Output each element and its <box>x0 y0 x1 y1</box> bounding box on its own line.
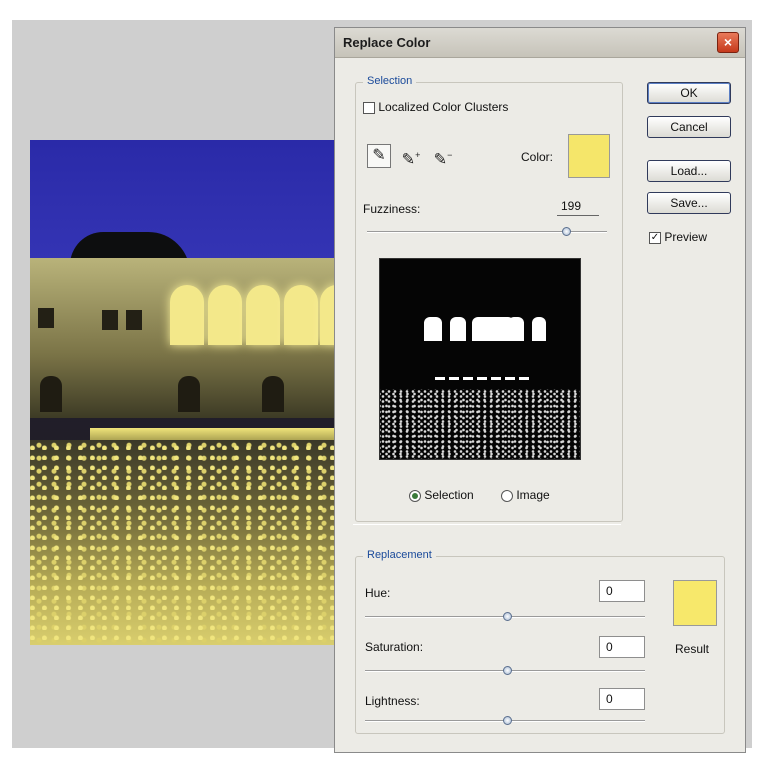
preview-label: Preview <box>664 230 708 244</box>
hue-label: Hue: <box>365 586 391 600</box>
eyedropper-plus-icon[interactable]: ✎+ <box>399 144 423 168</box>
photo-door <box>40 376 62 412</box>
fuzziness-label: Fuzziness: <box>363 202 421 216</box>
result-label: Result <box>675 642 710 656</box>
photo-arch <box>284 285 318 345</box>
replacement-group-label: Replacement <box>363 549 436 561</box>
selection-preview[interactable] <box>379 258 581 460</box>
view-option-image[interactable]: Image <box>501 488 550 502</box>
close-icon: × <box>723 34 733 50</box>
selection-color-swatch[interactable] <box>568 134 610 178</box>
preview-highlight <box>450 317 466 341</box>
eyedropper-minus-icon[interactable]: ✎− <box>431 144 455 168</box>
source-photo <box>30 140 335 645</box>
saturation-label: Saturation: <box>365 640 424 654</box>
selection-radio-label: Selection <box>424 488 474 502</box>
lightness-label: Lightness: <box>365 694 420 708</box>
photo-window <box>38 308 54 328</box>
photo-door <box>178 376 200 412</box>
preview-highlight <box>424 317 442 341</box>
localized-color-clusters-checkbox[interactable]: Localized Color Clusters <box>363 100 508 114</box>
replace-color-dialog: Replace Color × Selection Localized Colo… <box>334 27 746 753</box>
eyedropper-icon[interactable]: ✎ <box>367 144 391 168</box>
preview-highlight <box>508 317 524 341</box>
selection-group-label: Selection <box>363 75 417 87</box>
photo-arch <box>320 285 335 345</box>
localized-color-clusters-label: Localized Color Clusters <box>378 100 509 114</box>
preview-ground-noise <box>380 389 580 459</box>
save-button[interactable]: Save... <box>647 192 731 214</box>
localized-checkbox-box[interactable] <box>363 101 375 114</box>
dialog-title: Replace Color <box>343 35 431 50</box>
image-radio[interactable] <box>501 489 513 502</box>
photo-arch <box>170 285 204 345</box>
ok-button[interactable]: OK <box>647 82 731 104</box>
hue-slider-thumb[interactable] <box>503 612 512 621</box>
photo-door <box>262 376 284 412</box>
hue-field[interactable]: 0 <box>599 580 645 602</box>
saturation-slider-thumb[interactable] <box>503 666 512 675</box>
selection-radio[interactable] <box>409 489 421 502</box>
saturation-field[interactable]: 0 <box>599 636 645 658</box>
preview-checkbox-box[interactable]: ✓ <box>649 231 661 244</box>
photo-ground <box>30 440 335 645</box>
view-option-selection[interactable]: Selection <box>409 488 474 502</box>
cancel-button[interactable]: Cancel <box>647 116 731 138</box>
lightness-field[interactable]: 0 <box>599 688 645 710</box>
color-label: Color: <box>521 150 554 164</box>
close-button[interactable]: × <box>717 32 739 53</box>
dialog-titlebar[interactable]: Replace Color <box>335 28 745 58</box>
photo-window <box>102 310 118 330</box>
image-radio-label: Image <box>516 488 550 502</box>
fuzziness-field[interactable]: 199 <box>557 198 599 216</box>
photo-arch <box>208 285 242 345</box>
photo-window <box>126 310 142 330</box>
load-button[interactable]: Load... <box>647 160 731 182</box>
result-color-swatch[interactable] <box>673 580 717 626</box>
photo-arch <box>246 285 280 345</box>
preview-highlight <box>532 317 546 341</box>
preview-highlight-line <box>435 377 530 380</box>
preview-checkbox[interactable]: ✓ Preview <box>649 230 707 244</box>
lightness-slider-thumb[interactable] <box>503 716 512 725</box>
section-divider <box>353 524 621 525</box>
